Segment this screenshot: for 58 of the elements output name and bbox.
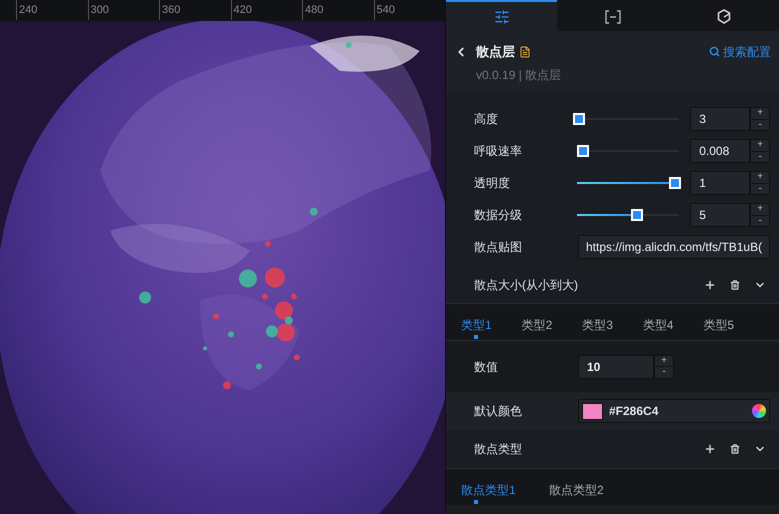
layer-title: 散点层 bbox=[476, 43, 515, 61]
document-icon bbox=[519, 46, 531, 58]
color-wheel-icon bbox=[752, 404, 766, 418]
hexagon-icon bbox=[716, 9, 730, 24]
ruler-label: 480 bbox=[302, 0, 374, 20]
panel-tab[interactable] bbox=[446, 0, 557, 31]
sliders-icon bbox=[494, 8, 510, 24]
slider[interactable] bbox=[572, 113, 682, 125]
field-label: 呼吸速率 bbox=[474, 143, 523, 160]
decrement-button[interactable]: - bbox=[655, 367, 673, 378]
increment-button[interactable]: + bbox=[751, 140, 770, 152]
field-label: 透明度 bbox=[474, 175, 511, 192]
decrement-button[interactable]: - bbox=[751, 152, 770, 162]
slider-thumb[interactable] bbox=[576, 145, 589, 157]
url-input[interactable]: https://img.alicdn.com/tfs/TB1uB( bbox=[578, 235, 770, 259]
version-text: v0.0.19 | 散点层 bbox=[476, 66, 562, 84]
slider-thumb[interactable] bbox=[572, 113, 585, 125]
ruler-label: 240 bbox=[16, 0, 88, 20]
ruler-label: 360 bbox=[159, 0, 230, 20]
search-config-link[interactable]: 搜索配置 bbox=[709, 42, 771, 61]
tab[interactable]: 类型5 bbox=[703, 314, 764, 340]
number-input[interactable]: 5 bbox=[690, 203, 750, 227]
field-label: 高度 bbox=[474, 111, 499, 128]
delete-icon[interactable] bbox=[730, 280, 740, 290]
tab[interactable]: 类型2 bbox=[522, 314, 582, 340]
ruler-label: 420 bbox=[230, 0, 302, 20]
section-title: 散点类型 bbox=[474, 441, 523, 458]
slider-thumb[interactable] bbox=[669, 177, 682, 189]
ruler-label: 540 bbox=[374, 0, 445, 20]
field-label: 散点贴图 bbox=[474, 239, 523, 256]
tab[interactable]: 散点类型2 bbox=[549, 479, 637, 505]
field-label: 数值 bbox=[474, 358, 499, 376]
field-label: 数据分级 bbox=[474, 207, 523, 224]
bracket-icon bbox=[604, 10, 620, 24]
add-icon[interactable] bbox=[704, 443, 716, 455]
number-input[interactable]: 1 bbox=[690, 171, 750, 195]
tab[interactable]: 散点类型1 bbox=[461, 479, 549, 505]
number-input[interactable]: 3 bbox=[690, 107, 750, 131]
decrement-button[interactable]: - bbox=[751, 184, 770, 194]
color-input[interactable]: #F286C4 bbox=[578, 399, 770, 423]
search-icon bbox=[709, 46, 720, 58]
ruler-label: 300 bbox=[88, 0, 159, 20]
tab[interactable]: 类型4 bbox=[642, 314, 704, 340]
increment-button[interactable]: + bbox=[751, 108, 770, 120]
increment-button[interactable]: + bbox=[751, 204, 770, 216]
increment-button[interactable]: + bbox=[751, 172, 770, 184]
tab[interactable]: 类型1 bbox=[461, 314, 522, 340]
decrement-button[interactable]: - bbox=[751, 120, 770, 130]
decrement-button[interactable]: - bbox=[751, 216, 770, 226]
section-title: 散点大小(从小到大) bbox=[474, 277, 579, 294]
tab[interactable]: 类型3 bbox=[582, 314, 643, 340]
increment-button[interactable]: + bbox=[655, 356, 673, 367]
slider-thumb[interactable] bbox=[630, 209, 643, 221]
delete-icon[interactable] bbox=[730, 444, 740, 454]
number-input[interactable]: 10 bbox=[578, 354, 654, 378]
number-input[interactable]: 0.008 bbox=[690, 139, 750, 163]
field-label: 默认颜色 bbox=[474, 403, 523, 420]
add-icon[interactable] bbox=[704, 279, 716, 291]
